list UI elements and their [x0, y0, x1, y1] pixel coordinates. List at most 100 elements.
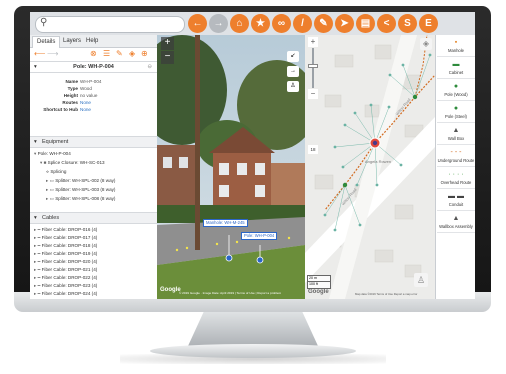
back-arrow-icon[interactable]: ←: [188, 14, 207, 33]
forward-arrow-icon[interactable]: →: [209, 14, 228, 33]
tree-caret-icon: ▾ ■: [40, 160, 48, 165]
palette-item[interactable]: ▬ Cabinet: [437, 59, 475, 79]
property-value[interactable]: None: [80, 107, 91, 113]
map-zoom-out-button[interactable]: −: [308, 89, 318, 99]
top-toolbar: ⚲ ← → ⌂ ★ ∞ / ✎ ➤ ▤ < S E: [30, 12, 475, 35]
pegman-icon[interactable]: ♙: [414, 273, 428, 287]
street-view-google-logo: Google: [160, 287, 181, 293]
map-google-logo: Google: [308, 289, 329, 295]
search-input[interactable]: ⚲: [35, 16, 185, 33]
forward-arrow-icon[interactable]: ⟶: [47, 49, 58, 59]
property-value: no value: [80, 93, 98, 98]
equipment-label: Pole: WH-P-004: [37, 151, 71, 156]
cables-title: Cables: [42, 215, 60, 221]
palette-item-label: Conduit: [448, 202, 464, 207]
equipment-item[interactable]: ▸ ▭ Splitter: WH-SPL-002 (8 way): [46, 178, 115, 184]
zoom-slider[interactable]: + −: [308, 37, 318, 99]
map-label-angela-rowen: Angela Rowen: [365, 159, 392, 164]
map-footer: Map data ©2019 Terms of Use Report a map…: [355, 292, 418, 296]
equipment-item[interactable]: ▾ Pole: WH-P-004: [34, 151, 71, 157]
map-view[interactable]: + − 18 ◈ Angela Rowen Wilton Road Wilton…: [305, 35, 435, 299]
cable-label: Fiber Cable: DROP-016 (4): [41, 227, 98, 232]
palette-item-label: Wall Box: [447, 136, 465, 141]
zoom-in-button[interactable]: +: [161, 37, 174, 50]
palette-item-label: Cabinet: [448, 70, 464, 75]
cable-item[interactable]: ▸ ━ Fiber Cable: DROP-018 (4): [34, 243, 97, 249]
palette-item[interactable]: ▲ Wallbox Assembly: [437, 213, 475, 233]
palette-item-label: Wallbox Assembly: [439, 224, 473, 229]
next-view-icon[interactable]: →: [287, 66, 299, 77]
share-icon[interactable]: <: [377, 14, 396, 33]
edit-icon[interactable]: ✎: [116, 49, 123, 59]
cables-header[interactable]: ▾ Cables: [30, 212, 157, 224]
star-icon[interactable]: ★: [251, 14, 270, 33]
cable-item[interactable]: ▸ ━ Fiber Cable: DROP-017 (4): [34, 235, 97, 241]
zoom-handle[interactable]: [308, 64, 318, 68]
zoom-out-button[interactable]: −: [161, 51, 174, 64]
list-icon[interactable]: ☰: [103, 49, 110, 59]
palette-item[interactable]: · · · · Overhead Route: [437, 169, 475, 189]
manhole-marker-label[interactable]: Manhole: WH-M-245: [203, 219, 248, 227]
equipment-item[interactable]: ▸ ▭ Splitter: WH-SPL-003 (8 way): [46, 187, 115, 193]
cable-item[interactable]: ▸ ━ Fiber Cable: DROP-016 (4): [34, 227, 97, 233]
street-view-toggle[interactable]: 18: [308, 145, 318, 154]
cable-item[interactable]: ▸ ━ Fiber Cable: DROP-021 (4): [34, 267, 97, 273]
equipment-header[interactable]: ▾ Equipment: [30, 136, 157, 148]
pegman-icon[interactable]: ♙: [287, 81, 299, 92]
palette-item[interactable]: ▪ Manhole: [437, 37, 475, 57]
layers-icon[interactable]: ◈: [420, 38, 432, 50]
tab-help[interactable]: Help: [82, 36, 102, 47]
cable-label: Fiber Cable: DROP-019 (4): [41, 251, 98, 256]
street-view[interactable]: + − ↙ → ♙ Manhole: WH-M-245 Pole: WH-P-0…: [157, 35, 305, 299]
overhead-route-icon: · · · ·: [448, 171, 464, 178]
pencil-icon[interactable]: ✎: [314, 14, 333, 33]
collapse-caret-icon: ▾: [34, 215, 37, 221]
cable-label: Fiber Cable: DROP-023 (4): [41, 283, 98, 288]
cable-icon: ▸ ━: [34, 275, 42, 280]
wallbox-assembly-icon: ▲: [452, 215, 460, 222]
delete-icon[interactable]: ⊗: [90, 49, 97, 59]
equipment-item[interactable]: ⟡ Splicing: [46, 169, 66, 175]
search-icon: ⚲: [40, 17, 48, 28]
equipment-item[interactable]: ▾ ■ Splice Closure: WH-SC-013: [40, 160, 105, 166]
cable-item[interactable]: ▸ ━ Fiber Cable: DROP-019 (4): [34, 251, 97, 257]
palette-item[interactable]: - - - Underground Route: [437, 147, 475, 167]
property-row: Shortcut to Hub None: [30, 107, 157, 113]
cable-icon: ▸ ━: [34, 227, 42, 232]
palette-item[interactable]: ▬ ▬ Conduit: [437, 191, 475, 211]
minimize-icon[interactable]: ⊖: [147, 62, 152, 72]
map-zoom-in-button[interactable]: +: [308, 37, 318, 47]
property-key: Type: [67, 86, 78, 91]
pole-header[interactable]: ▾ Pole: WH-P-004 ⊖: [30, 61, 157, 73]
back-arrow-icon[interactable]: ⟵: [34, 49, 45, 59]
cable-item[interactable]: ▸ ━ Fiber Cable: DROP-023 (4): [34, 283, 97, 289]
home-icon[interactable]: ⌂: [230, 14, 249, 33]
property-key: Routes: [62, 100, 78, 105]
equipment-item[interactable]: ▸ ▭ Splitter: WH-SPL-008 (8 way): [46, 196, 115, 202]
equipment-label: Splicing: [50, 169, 67, 174]
cable-label: Fiber Cable: DROP-020 (4): [41, 259, 98, 264]
locate-icon[interactable]: ◈: [129, 49, 135, 59]
zoom-track[interactable]: [312, 48, 314, 88]
collapse-view-icon[interactable]: ↙: [287, 51, 299, 62]
print-icon[interactable]: ▤: [356, 14, 375, 33]
e-icon[interactable]: E: [419, 14, 438, 33]
pole-marker-label[interactable]: Pole: WH-P-004: [241, 232, 278, 240]
cable-label: Fiber Cable: DROP-018 (4): [41, 243, 98, 248]
link-icon[interactable]: ∞: [272, 14, 291, 33]
property-value[interactable]: None: [80, 100, 91, 106]
s-icon[interactable]: S: [398, 14, 417, 33]
palette-item[interactable]: ● Pole (Steel): [437, 103, 475, 123]
cable-item[interactable]: ▸ ━ Fiber Cable: DROP-024 (4): [34, 291, 97, 297]
cable-label: Fiber Cable: DROP-021 (4): [41, 267, 98, 272]
cable-item[interactable]: ▸ ━ Fiber Cable: DROP-022 (4): [34, 275, 97, 281]
navigate-icon[interactable]: ➤: [335, 14, 354, 33]
zoom-icon[interactable]: ⊕: [141, 49, 148, 59]
panel-action-row: ⟵ ⟶ ⊗ ☰ ✎ ◈ ⊕: [30, 48, 157, 60]
measure-icon[interactable]: /: [293, 14, 312, 33]
palette-item[interactable]: ● Pole (Wood): [437, 81, 475, 101]
equipment-label: Splice Closure: WH-SC-013: [47, 160, 105, 165]
cable-item[interactable]: ▸ ━ Fiber Cable: DROP-020 (4): [34, 259, 97, 265]
palette-item[interactable]: ▲ Wall Box: [437, 125, 475, 145]
tab-details[interactable]: Details: [32, 36, 61, 48]
